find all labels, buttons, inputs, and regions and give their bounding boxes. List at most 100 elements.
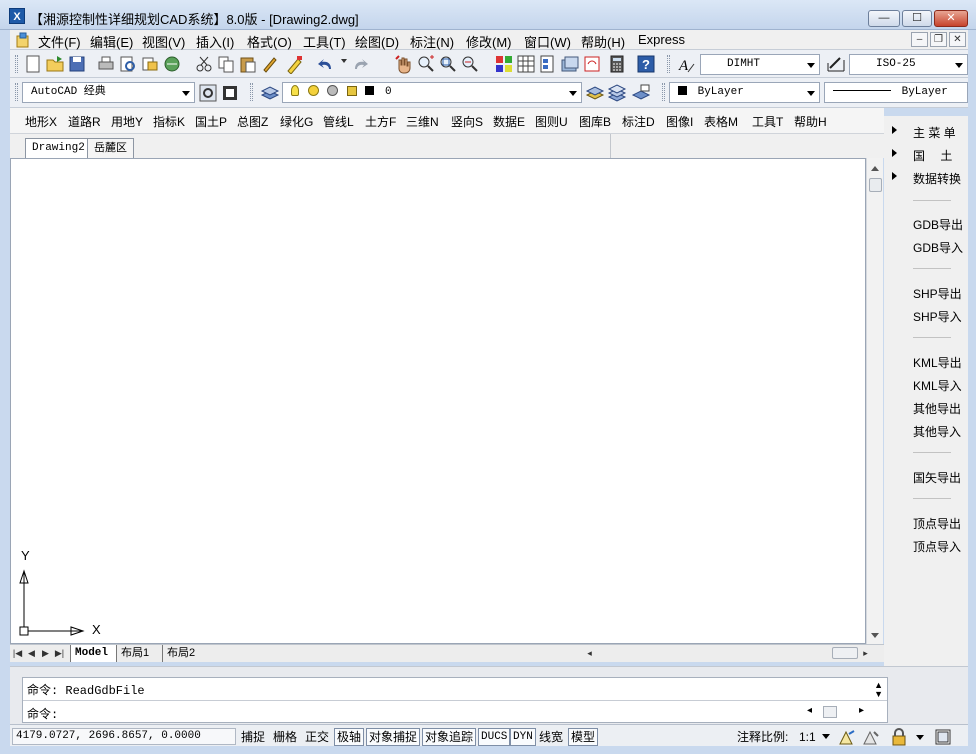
layer-dropdown[interactable]: 0 [282,82,582,103]
sp-vertex-import[interactable]: 顶点导入 [913,538,961,555]
chevron-down-icon[interactable] [822,734,830,739]
calculator-icon[interactable] [607,54,627,74]
sp-main-menu[interactable]: 主 菜 单 [913,124,956,141]
3d-icon[interactable] [162,54,182,74]
scroll-down-icon[interactable]: ▼ [874,689,883,699]
open-icon[interactable] [45,54,65,74]
last-layout-icon[interactable]: ▶| [54,647,65,659]
cm-road[interactable]: 道路R [68,113,101,130]
sp-kml-import[interactable]: KML导入 [913,377,962,394]
dyn-toggle[interactable]: DYN [510,728,536,746]
command-scroll-thumb[interactable] [823,706,837,718]
block-editor-icon[interactable] [285,54,305,74]
ortho-toggle[interactable]: 正交 [302,728,332,746]
doc-close-button[interactable]: ✕ [949,32,966,47]
sp-shp-export[interactable]: SHP导出 [913,285,962,302]
tab-model[interactable]: Model [70,645,117,662]
next-layout-icon[interactable]: ▶ [40,647,51,659]
publish-icon[interactable] [140,54,160,74]
layer-state-icon[interactable] [631,83,651,103]
tab-yuelu[interactable]: 岳麓区 [87,138,134,158]
command-prompt[interactable]: 命令: [27,705,58,722]
layer-on-icon[interactable] [291,85,299,96]
sheet-set-icon[interactable] [560,54,580,74]
coordinate-display[interactable]: 4179.0727, 2696.8657, 0.0000 [12,728,236,745]
menu-file[interactable]: 文件(F) [38,32,81,51]
cm-landuse[interactable]: 用地Y [111,113,143,130]
design-center-icon[interactable] [516,54,536,74]
first-layout-icon[interactable]: |◀ [12,647,23,659]
maximize-button[interactable]: ☐ [902,10,932,27]
snap-toggle[interactable]: 捕捉 [238,728,268,746]
app-icon[interactable]: X [9,8,25,24]
cm-3d[interactable]: 三维N [406,113,439,130]
pan-icon[interactable] [394,54,414,74]
workspace-settings-icon[interactable] [198,83,218,103]
toolbar-grip[interactable] [15,83,18,101]
menu-format[interactable]: 格式(O) [247,32,292,51]
text-style-icon[interactable]: A [676,54,696,74]
cm-land[interactable]: 国土P [195,113,227,130]
scroll-thumb[interactable] [869,178,882,192]
help-icon[interactable]: ? [636,54,656,74]
menu-express[interactable]: Express [638,32,685,47]
zoom-previous-icon[interactable] [460,54,480,74]
sp-gdb-export[interactable]: GDB导出 [913,216,963,233]
sp-guoshi-export[interactable]: 国矢导出 [913,469,961,486]
markup-icon[interactable] [582,54,602,74]
close-button[interactable]: ✕ [934,10,968,27]
menu-help[interactable]: 帮助(H) [581,32,625,51]
menu-modify[interactable]: 修改(M) [466,32,512,51]
model-toggle[interactable]: 模型 [568,728,599,746]
clean-screen-icon[interactable] [934,728,952,746]
cm-site-plan[interactable]: 总图Z [237,113,268,130]
command-history[interactable]: 命令: ReadGdbFile 命令: ▲ ▼ ◂ ▸ [22,677,888,723]
dim-style-icon[interactable] [826,54,846,74]
layer-previous-icon[interactable] [607,83,627,103]
make-current-layer-icon[interactable] [585,83,605,103]
cm-vertical[interactable]: 竖向S [451,113,483,130]
cm-data[interactable]: 数据E [493,113,525,130]
menu-dimension[interactable]: 标注(N) [410,32,454,51]
scroll-left-icon[interactable]: ◂ [807,705,812,716]
tab-layout2[interactable]: 布局2 [162,645,203,662]
vertical-scrollbar[interactable] [866,158,883,644]
toolbar-grip[interactable] [250,83,253,101]
textstyle-dropdown[interactable]: ISO-25 [849,54,968,75]
annotation-visibility-icon[interactable] [838,728,856,746]
chevron-down-icon[interactable] [916,735,924,740]
cm-terrain[interactable]: 地形X [25,113,57,130]
menu-draw[interactable]: 绘图(D) [355,32,399,51]
doc-restore-button[interactable]: ❐ [930,32,947,47]
copy-icon[interactable] [216,54,236,74]
cm-tools[interactable]: 工具T [752,113,783,130]
osnap-toggle[interactable]: 对象捕捉 [366,728,421,746]
cm-index[interactable]: 指标K [153,113,185,130]
tool-palettes-icon[interactable] [538,54,558,74]
cm-rules[interactable]: 图则U [535,113,568,130]
menu-edit[interactable]: 编辑(E) [90,32,133,51]
color-dropdown[interactable]: ByLayer [669,82,820,103]
doc-minimize-button[interactable]: – [911,32,928,47]
sp-vertex-export[interactable]: 顶点导出 [913,515,961,532]
scroll-left-icon[interactable]: ◂ [584,647,595,659]
cm-greening[interactable]: 绿化G [280,113,313,130]
polar-toggle[interactable]: 极轴 [334,728,365,746]
prev-layout-icon[interactable]: ◀ [26,647,37,659]
undo-dropdown-icon[interactable] [341,59,347,63]
properties-icon[interactable] [494,54,514,74]
toolbar-grip[interactable] [15,55,18,73]
lineweight-toggle[interactable]: 线宽 [536,728,566,746]
horizontal-scroll-thumb[interactable] [832,647,858,659]
sp-land[interactable]: 国 土 [913,147,952,164]
scroll-right-icon[interactable]: ▸ [859,705,864,716]
plot-preview-icon[interactable] [118,54,138,74]
ducs-toggle[interactable]: DUCS [478,728,511,746]
drawing-canvas[interactable]: Y X [10,158,866,644]
sp-data-convert[interactable]: 数据转换 [913,170,961,187]
sp-kml-export[interactable]: KML导出 [913,354,962,371]
new-icon[interactable] [23,54,43,74]
cm-help[interactable]: 帮助H [794,113,827,130]
annotation-scale-value[interactable]: 1:1 [796,728,819,746]
toolbar-grip[interactable] [667,55,670,73]
